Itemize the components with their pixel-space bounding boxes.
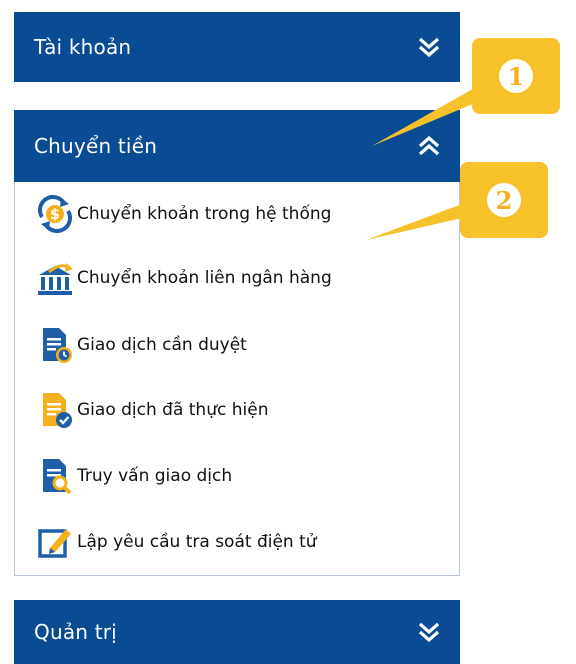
double-chevron-up-icon[interactable] — [416, 133, 442, 159]
panel-header-admin[interactable]: Quản trị — [14, 600, 460, 664]
menu-item-label: Giao dịch đã thực hiện — [77, 400, 269, 420]
menu-item-completed-transactions[interactable]: Giao dịch đã thực hiện — [35, 388, 268, 432]
dollar-refresh-icon: $ — [38, 195, 72, 233]
double-chevron-down-icon[interactable] — [416, 34, 442, 60]
document-pending-icon — [43, 328, 72, 363]
callout-2: 2 — [460, 162, 548, 238]
callout-number: 1 — [499, 59, 533, 93]
edit-form-icon — [38, 529, 71, 558]
panel-header-account[interactable]: Tài khoản — [14, 12, 460, 82]
menu-item-create-inquiry[interactable]: Lập yêu cầu tra soát điện tử — [35, 520, 317, 564]
bank-transfer-icon — [38, 263, 73, 295]
double-chevron-down-icon[interactable] — [416, 619, 442, 645]
menu-item-label: Giao dịch cần duyệt — [77, 335, 247, 355]
menu-item-label: Truy vấn giao dịch — [77, 466, 233, 486]
menu-item-interbank-transfer[interactable]: Chuyển khoản liên ngân hàng — [35, 256, 332, 300]
transfer-menu: $ Chuyển khoản trong hệ thống Chuyển kho… — [14, 182, 460, 576]
callout-1: 1 — [472, 38, 560, 114]
panel-title-admin: Quản trị — [34, 620, 117, 644]
menu-item-label: Lập yêu cầu tra soát điện tử — [77, 532, 317, 552]
document-search-icon — [43, 459, 72, 495]
menu-item-label: Chuyển khoản trong hệ thống — [77, 204, 332, 224]
menu-item-pending-approval[interactable]: Giao dịch cần duyệt — [35, 323, 247, 367]
menu-item-label: Chuyển khoản liên ngân hàng — [77, 268, 332, 288]
menu-item-internal-transfer[interactable]: $ Chuyển khoản trong hệ thống — [35, 192, 331, 236]
panel-title-account: Tài khoản — [34, 35, 132, 59]
panel-title-transfer: Chuyển tiền — [34, 134, 158, 158]
callout-number: 2 — [487, 183, 521, 217]
menu-item-transaction-search[interactable]: Truy vấn giao dịch — [35, 454, 232, 498]
panel-header-transfer[interactable]: Chuyển tiền — [14, 110, 460, 182]
document-check-icon — [43, 393, 72, 428]
svg-text:$: $ — [50, 207, 60, 223]
